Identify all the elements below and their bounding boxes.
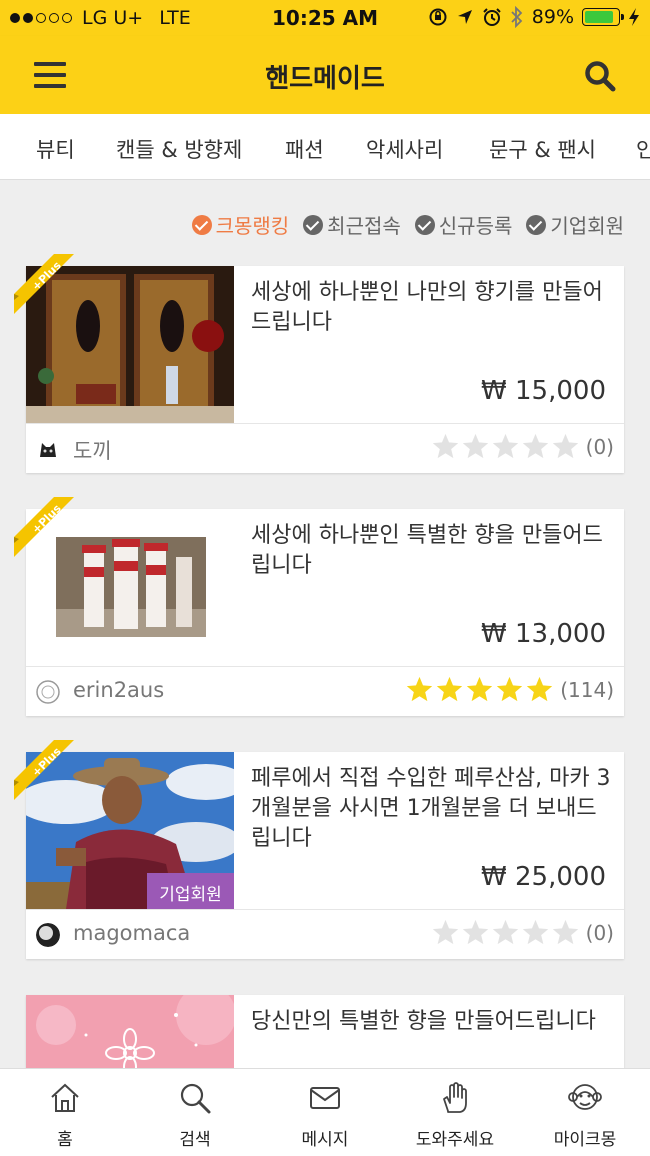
star-icon (437, 676, 463, 702)
plus-ribbon-badge: +Plus (14, 497, 74, 557)
star-icon (522, 919, 548, 945)
star-icon (527, 676, 553, 702)
hand-icon (443, 1082, 467, 1113)
plus-ribbon-badge: +Plus (14, 254, 74, 314)
rating-count: (0) (585, 434, 614, 459)
rating: (0) (430, 918, 614, 947)
star-icon (492, 433, 518, 459)
star-icon (432, 433, 458, 459)
filter-label: 최근접속 (327, 214, 401, 238)
product-title[interactable]: 페루에서 직접 수입한 페루산삼, 마카 3개월분을 사시면 1개월분을 더 보… (251, 764, 611, 854)
category-bar: 뷰티 캔들 & 방향제 패션 악세사리 문구 & 팬시 인 (0, 114, 650, 180)
star-rating (430, 918, 580, 947)
battery-percent: 89% (531, 6, 574, 28)
tab-label: 메시지 (301, 1130, 349, 1150)
tab-label: 도와주세요 (415, 1130, 495, 1150)
product-card[interactable]: +Plus 세상에 하나뿐인 나만의 향기를 만들어드립니다 ₩ 15,000 (14, 254, 624, 473)
star-icon (467, 676, 493, 702)
seller-name[interactable]: erin2aus (73, 678, 164, 702)
page-title: 핸드메이드 (265, 64, 385, 94)
category-candles[interactable]: 캔들 & 방향제 (116, 134, 242, 164)
rotation-lock-icon (429, 8, 447, 26)
bluetooth-icon (511, 6, 523, 28)
tab-messages[interactable]: 메시지 (260, 1069, 390, 1156)
charging-bolt-icon (629, 8, 639, 26)
seller-avatar (36, 437, 60, 461)
battery-icon (582, 8, 624, 26)
status-right: 89% (428, 6, 640, 28)
tab-my-kmong[interactable]: 마이크몽 (520, 1069, 650, 1156)
seller-name[interactable]: 도끼 (73, 435, 112, 465)
check-circle-icon (414, 214, 435, 235)
search-icon (180, 1083, 211, 1114)
business-member-badge: 기업회원 (147, 873, 234, 909)
product-title[interactable]: 세상에 하나뿐인 나만의 향기를 만들어드립니다 (251, 278, 611, 338)
nav-bar: 핸드메이드 (0, 36, 650, 114)
product-card[interactable]: +Plus 기업회원 페루에서 직접 수입한 페루산삼, 마카 3개월분을 사시… (14, 740, 624, 959)
status-bar: LG U+ LTE 10:25 AM 89% (0, 0, 650, 36)
star-icon (552, 433, 578, 459)
star-icon (492, 919, 518, 945)
category-more[interactable]: 인 (636, 134, 650, 164)
tab-home[interactable]: 홈 (0, 1069, 130, 1156)
star-icon (407, 676, 433, 702)
bottom-tab-bar: 홈 검색 메시지 도와주세요 마이크몽 (0, 1068, 650, 1156)
check-circle-icon (303, 214, 324, 235)
star-icon (552, 919, 578, 945)
filter-business-member[interactable]: 기업회원 (526, 210, 624, 239)
rating-count: (0) (585, 920, 614, 945)
alarm-icon (483, 8, 501, 26)
search-icon[interactable] (584, 60, 616, 92)
seller-avatar (36, 680, 60, 704)
seller-avatar (36, 923, 60, 947)
star-icon (432, 919, 458, 945)
tab-help[interactable]: 도와주세요 (390, 1069, 520, 1156)
star-icon (522, 433, 548, 459)
product-title[interactable]: 세상에 하나뿐인 특별한 향을 만들어드립니다 (251, 521, 611, 581)
home-icon (51, 1083, 79, 1112)
star-icon (497, 676, 523, 702)
product-title[interactable]: 당신만의 특별한 향을 만들어드립니다 (251, 1007, 611, 1037)
filter-recent-access[interactable]: 최근접속 (303, 210, 401, 239)
star-rating (404, 675, 554, 704)
tab-label: 홈 (57, 1130, 73, 1150)
rating-count: (114) (560, 677, 614, 702)
product-price: ₩ 15,000 (481, 376, 606, 406)
star-icon (462, 919, 488, 945)
tab-label: 검색 (179, 1130, 211, 1150)
category-beauty[interactable]: 뷰티 (36, 134, 75, 164)
star-rating (430, 432, 580, 461)
category-stationery[interactable]: 문구 & 팬시 (489, 134, 596, 164)
sort-filters: 크몽랭킹 최근접속 신규등록 기업회원 (191, 210, 624, 239)
product-price: ₩ 25,000 (481, 862, 606, 892)
plus-ribbon-badge: +Plus (14, 740, 74, 800)
seller-name[interactable]: magomaca (73, 921, 190, 945)
location-arrow-icon (457, 10, 472, 24)
rating: (114) (404, 675, 614, 704)
product-price: ₩ 13,000 (481, 619, 606, 649)
rating: (0) (430, 432, 614, 461)
check-circle-icon (191, 214, 212, 235)
check-circle-icon (526, 214, 547, 235)
product-card[interactable]: +Plus 세상에 하나뿐인 특별한 향을 만들어드립니다 ₩ 13,000 e… (14, 497, 624, 716)
filter-label: 신규등록 (438, 214, 513, 238)
tab-label: 마이크몽 (553, 1130, 617, 1150)
category-fashion[interactable]: 패션 (285, 134, 324, 164)
filter-label: 기업회원 (550, 214, 624, 238)
tab-search[interactable]: 검색 (130, 1069, 260, 1156)
envelope-icon (310, 1087, 340, 1109)
monkey-face-icon (568, 1084, 602, 1110)
filter-label: 크몽랭킹 (215, 214, 290, 238)
filter-kmong-ranking[interactable]: 크몽랭킹 (191, 210, 290, 239)
category-accessories[interactable]: 악세사리 (366, 134, 443, 164)
filter-new-registration[interactable]: 신규등록 (414, 210, 513, 239)
star-icon (462, 433, 488, 459)
